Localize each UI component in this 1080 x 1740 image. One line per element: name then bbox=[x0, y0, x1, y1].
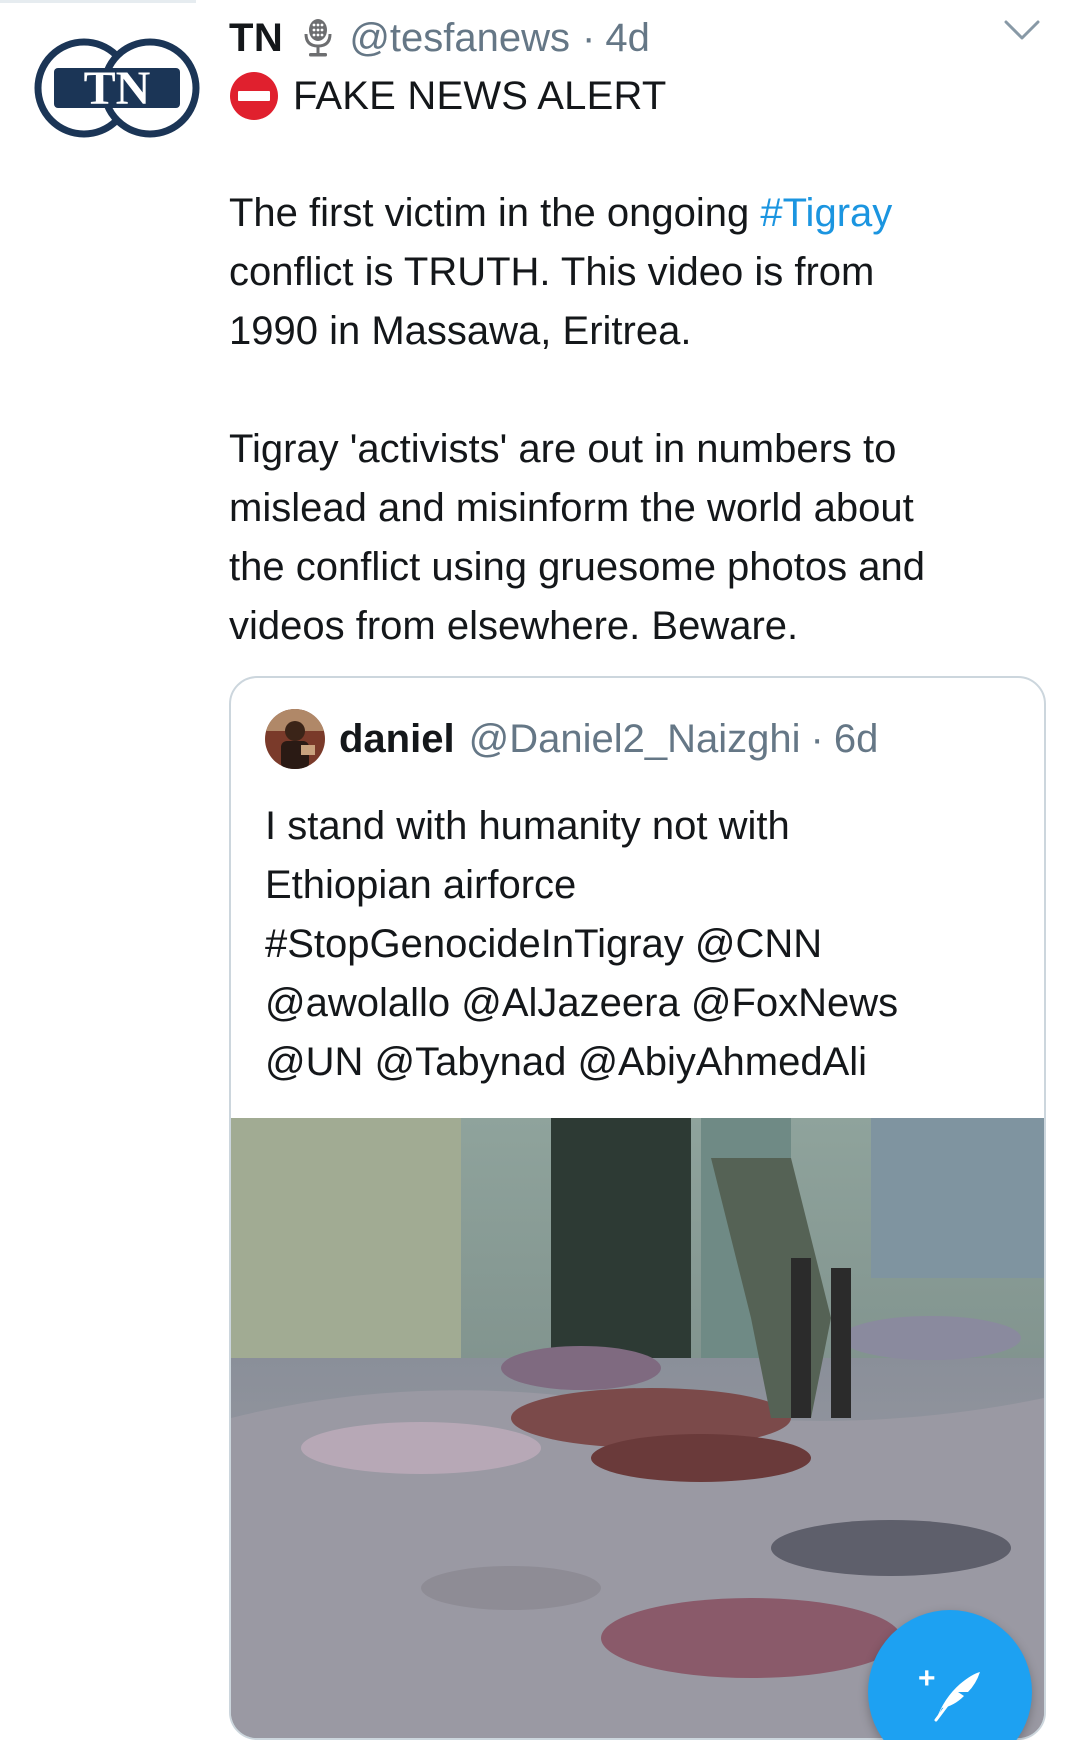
quoted-author-handle[interactable]: @Daniel2_Naizghi bbox=[469, 717, 801, 762]
tn-logo: TN bbox=[34, 38, 200, 138]
header-separator: · bbox=[582, 15, 596, 60]
compose-plus: + bbox=[918, 1662, 936, 1695]
text-line: 1990 in Massawa, Eritrea. bbox=[229, 309, 692, 353]
text-line: @UN @Tabynad @AbiyAhmedAli bbox=[265, 1040, 868, 1084]
microphone-icon bbox=[301, 18, 335, 58]
text-line: the conflict using gruesome photos and bbox=[229, 545, 925, 589]
compose-feather-icon: + bbox=[914, 1654, 986, 1726]
text-line: @awolallo @AlJazeera @FoxNews bbox=[265, 981, 899, 1025]
quoted-author-name[interactable]: daniel bbox=[339, 717, 455, 762]
text-line: conflict is TRUTH. This video is from bbox=[229, 250, 875, 294]
text-line: mislead and misinform the world about bbox=[229, 486, 914, 530]
tweet-paragraph-2: Tigray 'activists' are out in numbers to… bbox=[229, 420, 925, 656]
top-divider bbox=[0, 0, 196, 3]
alert-text: FAKE NEWS ALERT bbox=[293, 73, 667, 118]
alert-line: FAKE NEWS ALERT bbox=[229, 70, 667, 122]
text-segment: The first victim in the ongoing bbox=[229, 191, 761, 235]
quoted-header-separator: · bbox=[810, 716, 824, 761]
text-line: I stand with humanity not with bbox=[265, 804, 790, 848]
quoted-author-avatar[interactable] bbox=[265, 709, 325, 769]
tweet-header: TN @tesfanews · 4d bbox=[229, 14, 1049, 62]
chevron-down-icon[interactable] bbox=[1003, 16, 1041, 46]
author-handle[interactable]: @tesfanews bbox=[349, 16, 570, 61]
author-avatar[interactable]: TN bbox=[34, 38, 200, 138]
text-line: The first victim in the ongoing #Tigray bbox=[229, 184, 892, 243]
text-line: Ethiopian airforce bbox=[265, 863, 577, 907]
no-entry-icon bbox=[229, 71, 279, 121]
text-line: videos from elsewhere. Beware. bbox=[229, 604, 799, 648]
author-display-name[interactable]: TN bbox=[229, 16, 283, 61]
quoted-tweet-timestamp[interactable]: 6d bbox=[834, 717, 879, 762]
quoted-tweet-text: I stand with humanity not with Ethiopian… bbox=[265, 797, 898, 1092]
quoted-tweet-card[interactable]: daniel @Daniel2_Naizghi · 6d I stand wit… bbox=[229, 676, 1046, 1740]
text-line: Tigray 'activists' are out in numbers to bbox=[229, 427, 897, 471]
tweet-timestamp[interactable]: 4d bbox=[605, 16, 650, 61]
logo-text: TN bbox=[84, 62, 151, 115]
text-line: #StopGenocideInTigray @CNN bbox=[265, 922, 823, 966]
hashtag-link[interactable]: #Tigray bbox=[760, 191, 892, 235]
quoted-tweet-header: daniel @Daniel2_Naizghi · 6d bbox=[265, 708, 878, 770]
tweet-paragraph-1: The first victim in the ongoing #Tigray … bbox=[229, 184, 892, 361]
